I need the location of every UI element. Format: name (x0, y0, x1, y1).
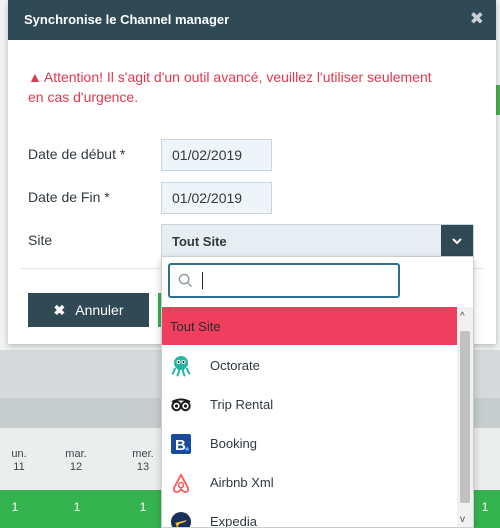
option-label: Octorate (210, 358, 260, 373)
warning-icon: ▲ (28, 69, 42, 85)
cancel-button[interactable]: ✖ Annuler (28, 293, 149, 327)
end-date-input[interactable]: 01/02/2019 (161, 182, 272, 214)
warning-text: Attention! Il s'agit d'un outil avancé, … (28, 69, 432, 105)
availability-cell: 1 (139, 500, 147, 514)
option-label: Trip Rental (210, 397, 274, 412)
availability-cell: 1 (73, 500, 81, 514)
dropdown-options: Tout Site Octorate Trip Rental B Booking… (162, 307, 457, 528)
dropdown-search-input[interactable] (200, 269, 390, 292)
start-date-input[interactable]: 01/02/2019 (161, 139, 272, 171)
start-date-label: Date de début * (28, 146, 126, 162)
dropdown-search[interactable] (168, 263, 400, 298)
expedia-icon (171, 512, 191, 527)
modal-header: Synchronise le Channel manager ✖ (8, 0, 496, 40)
option-octorate[interactable]: Octorate (162, 346, 457, 384)
site-select-value: Tout Site (172, 234, 227, 249)
search-icon (178, 273, 193, 288)
svg-text:B: B (175, 437, 186, 454)
option-tout-site[interactable]: Tout Site (162, 307, 457, 345)
site-select[interactable]: Tout Site (161, 224, 474, 258)
site-dropdown: Tout Site Octorate Trip Rental B Booking… (161, 256, 474, 528)
option-airbnb-xml[interactable]: Airbnb Xml (162, 463, 457, 501)
site-label: Site (28, 232, 53, 248)
octorate-icon (171, 356, 191, 377)
option-label: Expedia (210, 514, 257, 528)
option-label: Tout Site (170, 319, 221, 334)
scrollbar-thumb[interactable] (460, 331, 470, 503)
background-green-tab (496, 85, 500, 115)
modal-title: Synchronise le Channel manager (24, 12, 230, 27)
cancel-label: Annuler (75, 301, 124, 318)
booking-icon: B (171, 434, 191, 454)
warning-message: ▲ Attention! Il s'agit d'un outil avancé,… (28, 67, 448, 107)
option-booking[interactable]: B Booking (162, 424, 457, 462)
calendar-day: mar. 12 (65, 448, 87, 473)
airbnb-icon (172, 473, 190, 493)
availability-cell: 1 (11, 500, 19, 514)
dropdown-scrollbar[interactable]: ^ v (457, 307, 473, 527)
end-date-label: Date de Fin * (28, 189, 110, 205)
option-label: Airbnb Xml (210, 475, 274, 490)
close-icon: ✖ (53, 301, 66, 318)
close-icon[interactable]: ✖ (470, 10, 484, 28)
calendar-day: un. 11 (11, 448, 27, 473)
availability-cell: 1 (481, 500, 489, 514)
chevron-up-icon[interactable]: ^ (460, 311, 465, 322)
chevron-down-icon[interactable] (441, 225, 473, 257)
tripadvisor-icon (171, 398, 191, 412)
option-trip-rental[interactable]: Trip Rental (162, 385, 457, 423)
option-label: Booking (210, 436, 257, 451)
calendar-day: mer. 13 (132, 448, 154, 473)
option-expedia[interactable]: Expedia (162, 502, 457, 528)
chevron-down-icon[interactable]: v (460, 514, 465, 525)
